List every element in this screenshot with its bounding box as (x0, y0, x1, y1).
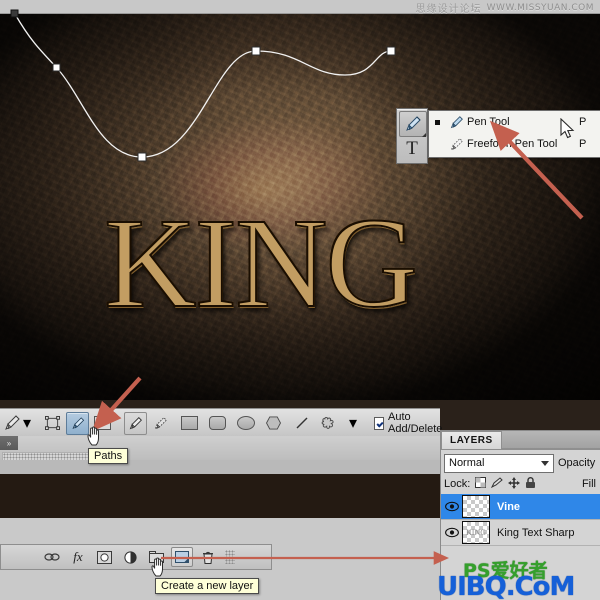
anchor-point[interactable] (251, 46, 261, 56)
layer-thumbnail[interactable] (462, 495, 490, 518)
layer-name[interactable]: Vine (497, 501, 520, 513)
lock-row[interactable]: Lock: Fill (441, 474, 600, 494)
tooltip-paths: Paths (88, 448, 129, 464)
options-bar[interactable]: ▾ ▾ Auto Add/Delete (0, 408, 442, 438)
work-path-curve (14, 13, 392, 158)
eye-icon[interactable] (441, 501, 462, 512)
lock-all-icon[interactable] (525, 476, 536, 492)
rectangle-tool-button[interactable] (178, 412, 201, 435)
tooltip-create-new-layer: Create a new layer (155, 578, 260, 594)
shape-button-group[interactable]: ▾ (178, 412, 360, 435)
menu-item-shortcut: P (579, 138, 587, 150)
shape-caret-icon[interactable]: ▾ (346, 413, 360, 433)
footer-grip[interactable] (225, 550, 235, 564)
menu-item-shortcut: P (579, 116, 587, 128)
layer-row-king-text-sharp[interactable]: KING King Text Sharp (441, 520, 600, 546)
line-tool-button[interactable] (290, 412, 313, 435)
photoshop-screenshot: KING 思缘设计论坛 WWW.MISSYUAN.COM T Pen Tool … (0, 0, 600, 600)
menu-item-label: Pen Tool (467, 116, 510, 128)
mode-button-group[interactable] (41, 411, 114, 435)
anchor-point[interactable] (10, 9, 19, 18)
menu-item-label: Freeform Pen Tool (467, 138, 558, 150)
anchor-point[interactable] (386, 46, 396, 56)
custom-shape-tool-button[interactable] (318, 412, 341, 435)
opacity-label: Opacity (558, 457, 596, 469)
freeform-pen-tool-icon (445, 137, 467, 152)
lock-transparent-pixels-icon[interactable] (475, 477, 487, 491)
auto-add-delete-option[interactable]: Auto Add/Delete (374, 411, 445, 435)
auto-add-delete-label: Auto Add/Delete (387, 411, 443, 435)
rectangle-icon (181, 416, 199, 430)
pen-tool-flyout-menu[interactable]: Pen Tool P Freeform Pen Tool P (428, 110, 600, 158)
menu-item-pen-tool[interactable]: Pen Tool P (429, 111, 600, 133)
tool-preset-picker[interactable] (1, 411, 23, 435)
shape-layers-button[interactable] (41, 412, 64, 435)
rounded-rectangle-icon (209, 416, 227, 430)
blend-mode-select[interactable]: Normal (444, 453, 554, 473)
fx-icon[interactable]: fx (67, 547, 89, 567)
toolbox-text-tool-icon[interactable]: T (399, 137, 425, 161)
freeform-pen-tool-button[interactable] (149, 412, 172, 435)
chevron-down-icon[interactable] (541, 460, 549, 466)
ellipse-icon (236, 416, 255, 430)
tool-preset-caret-icon[interactable]: ▾ (23, 413, 31, 433)
anchor-point[interactable] (52, 63, 61, 72)
fill-pixels-icon (94, 416, 112, 430)
polygon-tool-button[interactable] (262, 412, 285, 435)
tab-layers[interactable]: LAYERS (441, 431, 502, 449)
blend-mode-row[interactable]: Normal Opacity (441, 450, 600, 474)
panel-collapse-button[interactable]: » (0, 436, 18, 450)
fill-pixels-button[interactable] (91, 412, 114, 435)
menu-item-freeform-pen-tool[interactable]: Freeform Pen Tool P (429, 133, 600, 155)
selected-bullet-icon (429, 119, 445, 125)
toolbox-pen-tool-button[interactable]: T (396, 108, 428, 164)
eye-icon[interactable] (441, 527, 462, 538)
folder-icon[interactable] (145, 547, 167, 567)
flyout-corner-triangle (422, 133, 426, 137)
canvas-lower-remainder (0, 474, 440, 518)
lock-label: Lock: (444, 478, 471, 490)
paths-button[interactable] (66, 411, 90, 435)
pen-button-group[interactable] (124, 411, 172, 435)
anchor-point[interactable] (137, 152, 147, 162)
path-anchor-points[interactable] (10, 9, 396, 162)
trash-icon[interactable] (197, 547, 219, 567)
layers-panel-footer[interactable]: fx (0, 544, 272, 570)
layer-name[interactable]: King Text Sharp (497, 527, 574, 539)
layers-panel-tabs[interactable]: LAYERS (441, 431, 600, 450)
link-icon[interactable] (41, 547, 63, 567)
adjustment-icon[interactable] (119, 547, 141, 567)
layer-thumbnail-text: KING (466, 528, 486, 537)
tertiary-strip (0, 460, 440, 475)
pen-tool-icon (445, 115, 467, 130)
layer-thumbnail[interactable]: KING (462, 521, 490, 544)
pen-tool-button[interactable] (124, 411, 148, 435)
new-layer-icon[interactable] (171, 547, 193, 567)
lock-image-pixels-icon[interactable] (491, 477, 504, 491)
rounded-rectangle-tool-button[interactable] (206, 412, 229, 435)
layers-panel[interactable]: LAYERS Normal Opacity Lock: Fill Vine KI… (440, 430, 600, 600)
ellipse-tool-button[interactable] (234, 412, 257, 435)
layer-mask-icon[interactable] (93, 547, 115, 567)
blend-mode-value: Normal (449, 457, 485, 469)
fill-label: Fill (581, 478, 596, 490)
lock-position-icon[interactable] (508, 476, 521, 492)
auto-add-delete-checkbox[interactable] (374, 416, 384, 430)
bezier-path-overlay (10, 9, 396, 162)
layer-row-vine[interactable]: Vine (441, 494, 600, 520)
tab-strip-filler (501, 431, 600, 449)
